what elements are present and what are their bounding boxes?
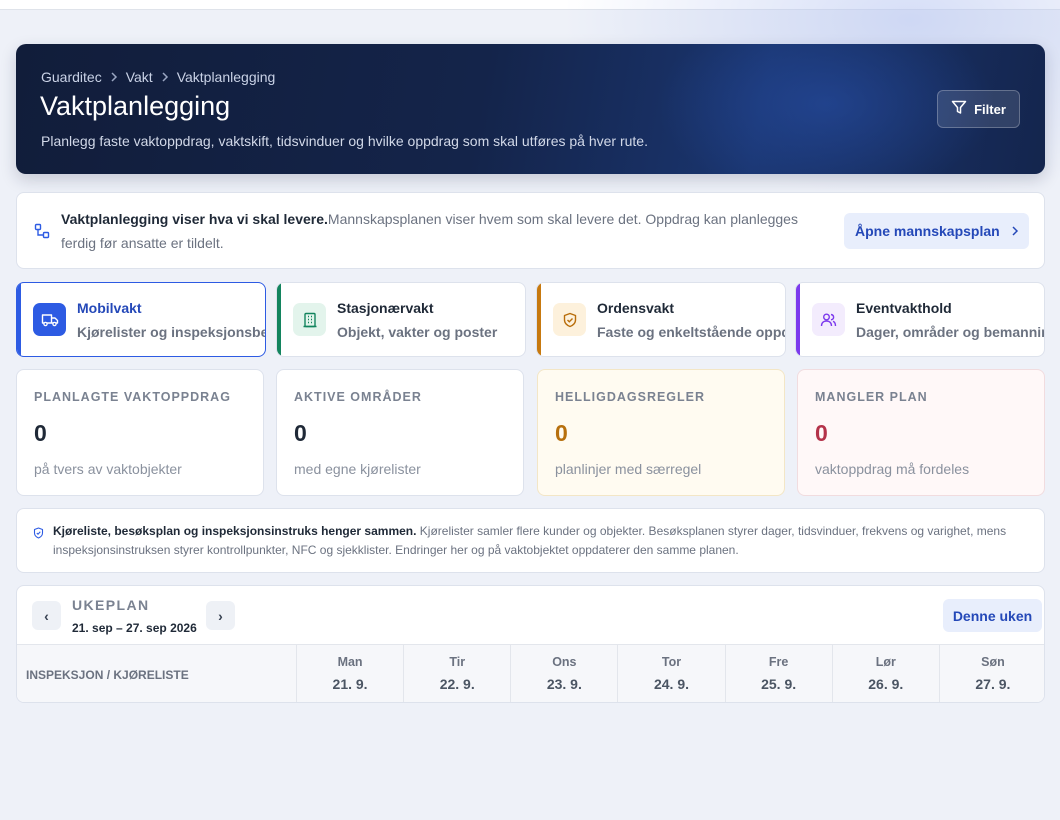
stat-value: 0	[34, 420, 47, 446]
note-bold: Kjøreliste, besøksplan og inspeksjonsins…	[53, 524, 417, 538]
type-card-stasjonaervakt[interactable]: Stasjonærvakt Objekt, vakter og poster	[276, 282, 526, 357]
filter-label: Filter	[974, 101, 1006, 117]
stat-card-active-areas: AKTIVE OMRÅDER 0 med egne kjørelister	[276, 369, 524, 496]
info-text: Vaktplanlegging viser hva vi skal levere…	[61, 207, 821, 255]
day-date: 26. 9.	[868, 676, 904, 692]
type-card-title: Mobilvakt	[77, 300, 142, 316]
users-icon	[812, 303, 845, 336]
type-card-subtitle: Objekt, vakter og poster	[337, 324, 498, 340]
week-plan-label: UKEPLAN	[72, 597, 150, 613]
stat-card-planned: PLANLAGTE VAKTOPPDRAG 0 på tvers av vakt…	[16, 369, 264, 496]
info-bold: Vaktplanlegging viser hva vi skal levere…	[61, 211, 328, 227]
day-column-header: Søn 27. 9.	[940, 645, 1044, 702]
type-card-title: Ordensvakt	[597, 300, 675, 316]
breadcrumb: Guarditec Vakt Vaktplanlegging	[41, 69, 275, 85]
type-card-ordensvakt[interactable]: Ordensvakt Faste og enkeltstående oppdra…	[536, 282, 786, 357]
type-card-subtitle: Faste og enkeltstående oppdrag	[597, 324, 785, 340]
type-card-subtitle: Dager, områder og bemanning	[856, 324, 1045, 340]
next-week-button[interactable]: ›	[206, 601, 235, 630]
stat-value: 0	[294, 420, 307, 446]
stat-label: MANGLER PLAN	[815, 390, 928, 404]
info-banner: Vaktplanlegging viser hva vi skal levere…	[16, 192, 1045, 269]
chevron-right-icon	[161, 72, 169, 82]
breadcrumb-item-guarditec[interactable]: Guarditec	[41, 69, 102, 85]
stat-value: 0	[555, 420, 568, 446]
filter-icon	[951, 100, 967, 118]
day-name: Lør	[875, 655, 896, 669]
building-icon	[293, 303, 326, 336]
type-card-accent	[796, 283, 800, 356]
type-card-subtitle: Kjørelister og inspeksjonsbesøk	[77, 324, 265, 340]
filter-button[interactable]: Filter	[937, 90, 1020, 128]
chevron-right-icon	[1011, 223, 1019, 239]
day-column-header: Ons 23. 9.	[511, 645, 619, 702]
stat-subtitle: vaktoppdrag må fordeles	[815, 461, 970, 477]
this-week-button[interactable]: Denne uken	[943, 599, 1042, 632]
week-grid-header: INSPEKSJON / KJØRELISTE Man 21. 9. Tir 2…	[17, 644, 1044, 702]
day-name: Tir	[449, 655, 466, 669]
day-name: Ons	[552, 655, 577, 669]
breadcrumb-item-vaktplanlegging: Vaktplanlegging	[176, 69, 276, 85]
day-date: 25. 9.	[761, 676, 797, 692]
day-name: Tor	[661, 655, 682, 669]
type-card-accent	[537, 283, 541, 356]
workflow-icon	[34, 223, 50, 244]
day-date: 27. 9.	[975, 676, 1011, 692]
stat-subtitle: planlinjer med særregel	[555, 461, 702, 477]
truck-icon	[33, 303, 66, 336]
open-crew-plan-label: Åpne mannskapsplan	[855, 223, 1000, 239]
type-card-title: Stasjonærvakt	[337, 300, 434, 316]
shield-icon	[553, 303, 586, 336]
day-column-header: Lør 26. 9.	[833, 645, 940, 702]
type-card-accent	[17, 283, 21, 356]
relationship-note: Kjøreliste, besøksplan og inspeksjonsins…	[16, 508, 1045, 573]
stat-card-missing-plan: MANGLER PLAN 0 vaktoppdrag må fordeles	[797, 369, 1045, 496]
day-name: Man	[337, 655, 363, 669]
day-date: 24. 9.	[653, 676, 689, 692]
stat-subtitle: med egne kjørelister	[294, 461, 421, 477]
open-crew-plan-button[interactable]: Åpne mannskapsplan	[844, 213, 1029, 249]
day-name: Fre	[768, 655, 789, 669]
type-card-accent	[277, 283, 281, 356]
day-date: 22. 9.	[439, 676, 475, 692]
day-date: 23. 9.	[546, 676, 582, 692]
prev-week-button[interactable]: ‹	[32, 601, 61, 630]
shield-check-icon	[33, 526, 44, 544]
stat-value: 0	[815, 420, 828, 446]
day-column-header: Man 21. 9.	[297, 645, 405, 702]
day-date: 21. 9.	[332, 676, 368, 692]
chevron-right-icon	[110, 72, 118, 82]
stat-label: HELLIGDAGSREGLER	[555, 390, 706, 404]
week-plan: ‹ UKEPLAN 21. sep – 27. sep 2026 › Denne…	[16, 585, 1045, 703]
page-title: Vaktplanlegging	[40, 91, 231, 121]
note-text: Kjøreliste, besøksplan og inspeksjonsins…	[53, 522, 1028, 560]
day-column-header: Tir 22. 9.	[404, 645, 512, 702]
stat-card-holiday-rules: HELLIGDAGSREGLER 0 planlinjer med særreg…	[537, 369, 785, 496]
stat-label: AKTIVE OMRÅDER	[294, 390, 422, 404]
type-card-eventvakthold[interactable]: Eventvakthold Dager, områder og bemannin…	[795, 282, 1045, 357]
day-column-header: Fre 25. 9.	[726, 645, 833, 702]
type-card-title: Eventvakthold	[856, 300, 952, 316]
inspection-column-header: INSPEKSJON / KJØRELISTE	[17, 645, 297, 702]
type-card-mobilvakt[interactable]: Mobilvakt Kjørelister og inspeksjonsbesø…	[16, 282, 266, 357]
day-column-header: Tor 24. 9.	[618, 645, 726, 702]
day-name: Søn	[981, 655, 1005, 669]
week-range: 21. sep – 27. sep 2026	[72, 621, 197, 635]
page-subtitle: Planlegg faste vaktoppdrag, vaktskift, t…	[41, 133, 648, 149]
breadcrumb-item-vakt[interactable]: Vakt	[126, 69, 153, 85]
stat-label: PLANLAGTE VAKTOPPDRAG	[34, 390, 231, 404]
hero-header: Guarditec Vakt Vaktplanlegging Vaktplanl…	[16, 44, 1045, 174]
stat-subtitle: på tvers av vaktobjekter	[34, 461, 182, 477]
